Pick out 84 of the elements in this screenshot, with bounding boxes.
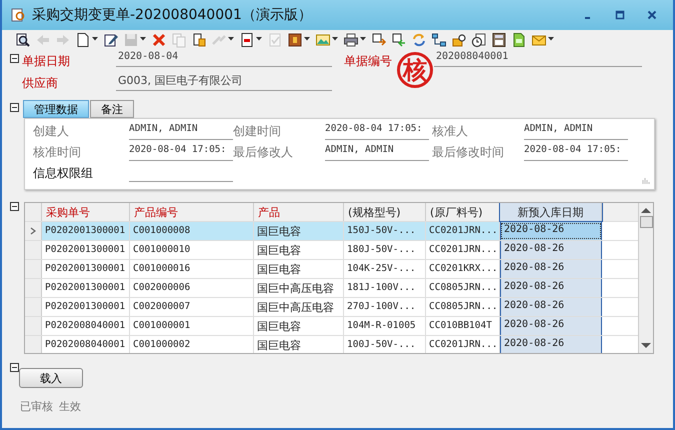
scroll-thumb[interactable] [640,216,652,228]
table-cell: 180J-50V-... [344,241,426,259]
table-cell: 2020-08-26 [500,241,602,259]
caret-icon[interactable] [256,37,263,43]
tab[interactable]: 备注 [90,100,134,118]
table-cell: 104K-25V-... [344,260,426,278]
app-icon [10,7,26,23]
table-cell: 2020-08-26 [500,222,602,240]
table-cell: 国巨电容 [254,260,344,278]
table-cell: C001000002 [130,336,254,353]
collapse-icon[interactable] [10,103,19,112]
table-cell: P0202001300001 [42,298,130,316]
table-cell: P0202001300001 [42,222,130,240]
caret-icon[interactable] [332,37,339,43]
table-cell: C001000001 [130,317,254,335]
field-label: 创建人 [33,123,70,139]
row-pointer-icon[interactable] [25,222,42,240]
scroll-up-icon[interactable] [641,207,651,213]
date-field[interactable]: 2020-08-04 [116,51,332,67]
table-cell: 国巨电容 [254,222,344,240]
column-header[interactable]: 新预入库日期 [500,203,602,221]
window-title: 采购交期变更单-202008040001（演示版） [32,6,312,24]
table-cell: 2020-08-26 [500,279,602,297]
pencil-icon[interactable] [102,32,119,48]
table-cell: 150J-50V-... [344,222,426,240]
status-text: 已审核 [20,399,53,414]
table-cell: 2020-08-26 [500,260,602,278]
table-cell: 100J-50V-... [344,336,426,353]
approval-stamp: 核 [397,52,433,88]
collapse-icon[interactable] [10,202,19,211]
table-cell: C001000008 [130,222,254,240]
table-cell: P0202008040001 [42,336,130,353]
flowchart-icon[interactable] [430,32,447,48]
table-cell: P0202001300001 [42,279,130,297]
tab[interactable]: 管理数据 [23,100,89,118]
table-cell: 2020-08-26 [500,336,602,353]
table-cell: P0202001300001 [42,260,130,278]
caret-icon[interactable] [360,37,367,43]
field-label: 单据日期 [22,53,71,70]
field-label: 信息权限组 [33,165,94,181]
table-cell: 2020-08-26 [500,317,602,335]
table-cell: C002000007 [130,298,254,316]
table-cell: 2020-08-26 [500,298,602,316]
scrollbar[interactable] [638,203,653,353]
table-cell: P0202001300001 [42,241,130,259]
collapse-icon[interactable] [10,363,19,372]
table-cell: 国巨电容 [254,336,344,353]
clock-icon[interactable] [470,32,487,48]
table-cell: 270J-100V... [344,298,426,316]
scroll-down-icon[interactable] [641,343,651,349]
field-label: 核准人 [432,123,469,139]
caret-icon[interactable] [304,37,311,43]
table-cell: C001000010 [130,241,254,259]
table-cell: P0202008040001 [42,317,130,335]
cross-icon[interactable] [150,32,167,48]
field-label: 最后修改人 [233,144,294,160]
field-label: 供应商 [22,75,59,92]
refresh-icon[interactable] [410,32,427,48]
table-cell: 国巨电容 [254,317,344,335]
load-button[interactable]: 载入 [19,368,83,388]
table-cell: C002000006 [130,279,254,297]
supplier-field[interactable]: G003, 国巨电子有限公司 [116,73,332,91]
caret-icon[interactable] [548,37,555,43]
calculator-icon[interactable] [490,32,507,48]
number-field[interactable]: 202008040001 [434,51,642,67]
caret-icon[interactable] [92,37,99,43]
magnifier-icon[interactable] [14,32,31,48]
printer-icon[interactable] [342,32,359,48]
table-cell: CC0201JRN... [426,222,500,240]
table-cell: 国巨中高压电容 [254,298,344,316]
table-cell: 国巨中高压电容 [254,279,344,297]
field-label: 核准时间 [33,144,82,160]
collapse-icon[interactable] [10,54,19,63]
table-cell: 国巨电容 [254,241,344,259]
status-text: 生效 [59,399,81,414]
resize-grip-icon[interactable] [642,177,650,185]
field-label: 创建时间 [233,123,282,139]
table-cell: 181J-100V... [344,279,426,297]
table-cell: C001000016 [130,260,254,278]
book-icon[interactable] [286,32,303,48]
document-arrow-icon[interactable] [390,32,407,48]
document-arrow-icon[interactable] [370,32,387,48]
field-label: 最后修改时间 [432,144,505,160]
table-cell: 104M-R-01005 [344,317,426,335]
